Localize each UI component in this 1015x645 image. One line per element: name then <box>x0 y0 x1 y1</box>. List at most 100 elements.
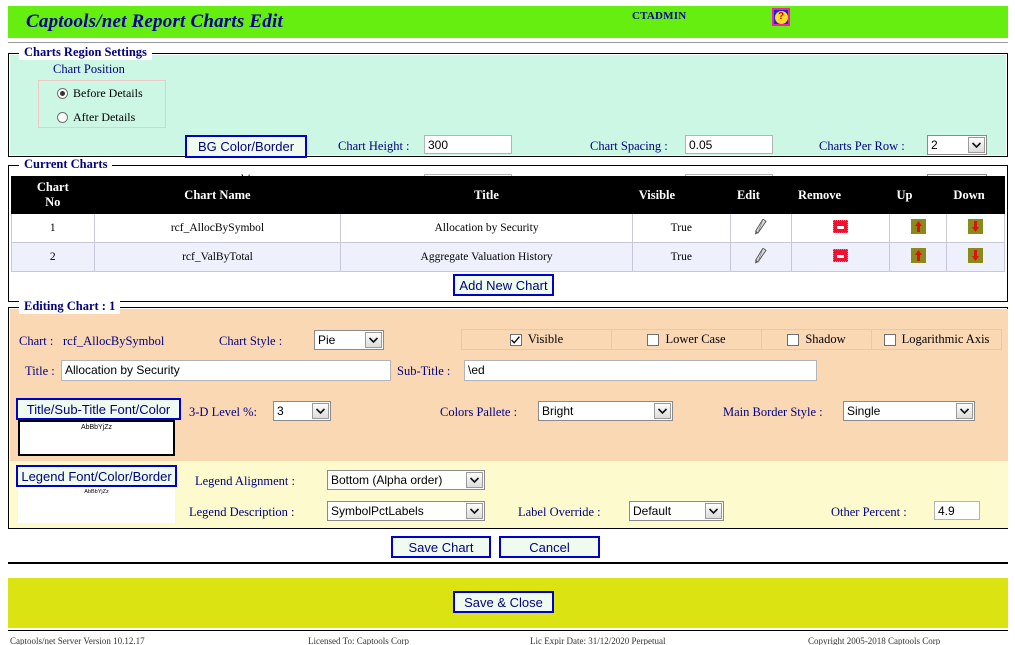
table-row: 2 rcf_ValByTotal Aggregate Valuation His… <box>12 243 1005 272</box>
radio-after-details-indicator <box>57 112 68 123</box>
editing-chart-legend-title: Editing Chart : 1 <box>19 299 120 314</box>
cell-chart-no: 1 <box>12 214 95 243</box>
save-and-close-button[interactable]: Save & Close <box>453 591 554 613</box>
main-border-style-label: Main Border Style : <box>723 405 823 420</box>
cell-chart-no: 2 <box>12 243 95 272</box>
cancel-button[interactable]: Cancel <box>499 536 600 558</box>
remove-icon[interactable] <box>833 220 848 233</box>
chart-spacing-label: Chart Spacing : <box>590 139 668 154</box>
chart-position-radio-group: Before Details After Details <box>38 80 166 128</box>
chevron-down-icon <box>956 403 973 419</box>
cell-up[interactable] <box>890 243 947 272</box>
other-percent-input[interactable]: 4.9 <box>934 501 980 520</box>
current-charts-legend: Current Charts <box>19 157 112 172</box>
page-title: Captools/net Report Charts Edit <box>26 11 283 33</box>
legend-alignment-select[interactable]: Bottom (Alpha order) <box>327 470 485 490</box>
footer-expiration: Lic Expir Date: 31/12/2020 Perpetual <box>530 636 665 645</box>
cell-remove[interactable] <box>792 243 890 272</box>
checkbox-shadow-label: Shadow <box>805 332 845 347</box>
table-row: 1 rcf_AllocBySymbol Allocation by Securi… <box>12 214 1005 243</box>
chart-style-label: Chart Style : <box>219 334 282 349</box>
move-up-icon[interactable] <box>911 219 926 234</box>
footer-divider <box>8 630 1008 631</box>
label-override-select[interactable]: Default <box>629 501 724 521</box>
radio-before-details[interactable]: Before Details <box>39 81 165 105</box>
colors-pallete-select[interactable]: Bright <box>538 401 673 421</box>
other-percent-label: Other Percent : <box>831 505 907 520</box>
save-chart-button[interactable]: Save Chart <box>391 536 491 558</box>
app-titlebar: Captools/net Report Charts Edit <box>8 6 1008 38</box>
move-down-icon[interactable] <box>968 248 983 263</box>
move-up-icon[interactable] <box>911 248 926 263</box>
cell-down[interactable] <box>947 214 1005 243</box>
checkbox-logarithmic-axis-box <box>884 334 896 346</box>
cell-down[interactable] <box>947 243 1005 272</box>
three-d-level-label: 3-D Level %: <box>189 405 257 420</box>
editing-chart-section: Editing Chart : 1 Chart : rcf_AllocBySym… <box>8 307 1008 529</box>
move-down-icon[interactable] <box>968 219 983 234</box>
title-font-row: Title/Sub-Title Font/Color AbBbYjZz 3-D … <box>9 393 1007 461</box>
remove-icon[interactable] <box>833 249 848 262</box>
cell-remove[interactable] <box>792 214 890 243</box>
radio-after-details[interactable]: After Details <box>39 105 165 129</box>
legend-alignment-label: Legend Alignment : <box>195 474 295 489</box>
checkbox-visible[interactable]: Visible <box>462 330 612 349</box>
chart-position-label: Chart Position <box>53 62 125 77</box>
column-chart-name: Chart Name <box>94 177 341 214</box>
section-divider <box>8 562 1008 564</box>
checkbox-lower-case-box <box>647 334 659 346</box>
pencil-icon[interactable] <box>754 248 767 267</box>
checkbox-logarithmic-axis[interactable]: Logarithmic Axis <box>872 330 1001 349</box>
chart-spacing-input[interactable]: 0.05 <box>685 135 773 154</box>
column-down: Down <box>947 177 1005 214</box>
cell-title: Allocation by Security <box>341 214 632 243</box>
legend-description-label: Legend Description : <box>189 505 295 520</box>
colors-pallete-value: Bright <box>542 404 573 418</box>
header-divider <box>8 42 1008 43</box>
charts-per-row-label: Charts Per Row : <box>819 139 905 154</box>
three-d-level-select[interactable]: 3 <box>273 401 331 421</box>
legend-font-color-border-button[interactable]: Legend Font/Color/Border <box>16 465 177 487</box>
chart-height-input[interactable]: 300 <box>424 135 512 154</box>
subtitle-input[interactable]: \ed <box>464 360 817 381</box>
charts-per-row-select[interactable]: 2 <box>927 135 987 155</box>
chevron-down-icon <box>654 403 671 419</box>
chart-style-select[interactable]: Pie <box>314 330 384 350</box>
main-border-style-select[interactable]: Single <box>843 401 975 421</box>
pencil-icon[interactable] <box>754 219 767 238</box>
chevron-down-icon <box>365 332 382 348</box>
chart-value: rcf_AllocBySymbol <box>63 334 164 349</box>
cell-chart-name: rcf_AllocBySymbol <box>94 214 341 243</box>
title-subtitle-font-color-button[interactable]: Title/Sub-Title Font/Color <box>16 398 181 420</box>
title-input[interactable]: Allocation by Security <box>61 360 391 381</box>
title-font-sample: AbBbYjZz <box>18 420 175 456</box>
cell-visible: True <box>632 243 730 272</box>
colors-pallete-label: Colors Pallete : <box>440 405 517 420</box>
bg-color-border-button[interactable]: BG Color/Border <box>185 135 307 158</box>
legend-description-select[interactable]: SymbolPctLabels <box>327 501 485 521</box>
checkbox-lower-case-label: Lower Case <box>665 332 725 347</box>
chart-style-value: Pie <box>318 333 335 347</box>
page-root: Captools/net Report Charts Edit CTADMIN … <box>0 0 1015 645</box>
chevron-down-icon <box>466 503 483 519</box>
cell-up[interactable] <box>890 214 947 243</box>
radio-after-details-label: After Details <box>73 110 135 125</box>
cell-edit[interactable] <box>730 214 791 243</box>
column-visible: Visible <box>632 177 730 214</box>
legend-font-sample: AbBbYjZz <box>18 487 175 523</box>
help-icon[interactable]: ? <box>772 8 790 26</box>
checkbox-shadow[interactable]: Shadow <box>762 330 872 349</box>
add-new-chart-button[interactable]: Add New Chart <box>453 274 554 296</box>
legend-alignment-value: Bottom (Alpha order) <box>331 473 442 487</box>
column-up: Up <box>890 177 947 214</box>
checkbox-lower-case[interactable]: Lower Case <box>612 330 762 349</box>
current-charts-table: ChartNo Chart Name Title Visible Edit Re… <box>11 176 1005 272</box>
chart-height-label: Chart Height : <box>338 139 410 154</box>
cell-edit[interactable] <box>730 243 791 272</box>
column-edit: Edit <box>730 177 791 214</box>
checkbox-shadow-box <box>787 334 799 346</box>
chart-label: Chart : <box>19 334 53 349</box>
checkbox-visible-label: Visible <box>528 332 563 347</box>
cell-chart-name: rcf_ValByTotal <box>94 243 341 272</box>
table-header-row: ChartNo Chart Name Title Visible Edit Re… <box>12 177 1005 214</box>
